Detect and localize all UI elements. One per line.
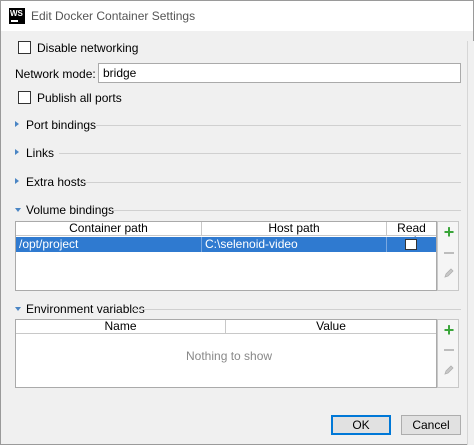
plus-icon: + xyxy=(443,320,455,340)
column-host-path[interactable]: Host path xyxy=(202,222,387,236)
disable-networking-checkbox[interactable] xyxy=(18,41,31,54)
expand-arrow-icon xyxy=(15,121,19,127)
section-links[interactable]: Links xyxy=(15,146,461,160)
window-title: Edit Docker Container Settings xyxy=(31,9,196,23)
remove-volume-button[interactable] xyxy=(442,246,456,260)
docker-settings-dialog: WS Edit Docker Container Settings Disabl… xyxy=(0,0,474,445)
network-mode-input[interactable]: bridge xyxy=(98,63,461,83)
volume-bindings-table[interactable]: Container path Host path Read only /opt/… xyxy=(15,221,437,291)
section-volume-bindings-label: Volume bindings xyxy=(26,203,115,217)
volume-table-header: Container path Host path Read only xyxy=(16,222,436,248)
title-bar[interactable]: WS Edit Docker Container Settings xyxy=(1,1,473,31)
edit-variable-button[interactable] xyxy=(442,363,456,377)
plus-icon: + xyxy=(443,222,455,242)
env-table-toolbar: + xyxy=(437,319,459,388)
pencil-icon xyxy=(444,365,454,375)
cell-container-path[interactable]: /opt/project xyxy=(16,237,202,252)
minus-icon xyxy=(444,349,454,351)
section-extra-hosts-label: Extra hosts xyxy=(26,175,87,189)
publish-all-ports-label: Publish all ports xyxy=(37,91,122,105)
column-name[interactable]: Name xyxy=(16,320,226,334)
table-row[interactable]: /opt/project C:\selenoid-video xyxy=(16,237,436,252)
column-value[interactable]: Value xyxy=(226,320,436,334)
column-container-path[interactable]: Container path xyxy=(16,222,202,236)
remove-variable-button[interactable] xyxy=(442,343,456,357)
cell-host-path[interactable]: C:\selenoid-video xyxy=(202,237,387,252)
disable-networking-label: Disable networking xyxy=(37,41,139,55)
section-port-bindings-label: Port bindings xyxy=(26,118,97,132)
pencil-icon xyxy=(444,268,454,278)
read-only-checkbox[interactable] xyxy=(405,239,417,250)
collapse-arrow-icon xyxy=(15,208,21,212)
environment-variables-table[interactable]: Name Value Nothing to show xyxy=(15,319,437,388)
section-port-bindings[interactable]: Port bindings xyxy=(15,118,461,132)
collapse-arrow-icon xyxy=(15,307,21,311)
section-extra-hosts[interactable]: Extra hosts xyxy=(15,175,461,189)
section-environment-variables-label: Environment variables xyxy=(26,302,145,316)
env-table-header: Name Value xyxy=(16,320,436,334)
add-variable-button[interactable]: + xyxy=(442,320,456,340)
app-icon-text: WS xyxy=(10,9,23,18)
expand-arrow-icon xyxy=(15,149,19,155)
network-mode-label: Network mode: xyxy=(15,67,96,81)
minus-icon xyxy=(444,252,454,254)
ok-button[interactable]: OK xyxy=(331,415,391,435)
webstorm-app-icon: WS xyxy=(9,8,25,24)
empty-state-text: Nothing to show xyxy=(186,349,273,363)
column-read-only[interactable]: Read only xyxy=(387,222,436,248)
expand-arrow-icon xyxy=(15,178,19,184)
cancel-button[interactable]: Cancel xyxy=(401,415,461,435)
section-links-label: Links xyxy=(26,146,55,160)
volume-table-toolbar: + xyxy=(437,221,459,291)
section-volume-bindings[interactable]: Volume bindings xyxy=(15,203,461,217)
edit-volume-button[interactable] xyxy=(442,266,456,280)
window-edge xyxy=(467,41,474,445)
add-volume-button[interactable]: + xyxy=(442,222,456,242)
publish-all-ports-checkbox[interactable] xyxy=(18,91,31,104)
section-environment-variables[interactable]: Environment variables xyxy=(15,302,461,316)
